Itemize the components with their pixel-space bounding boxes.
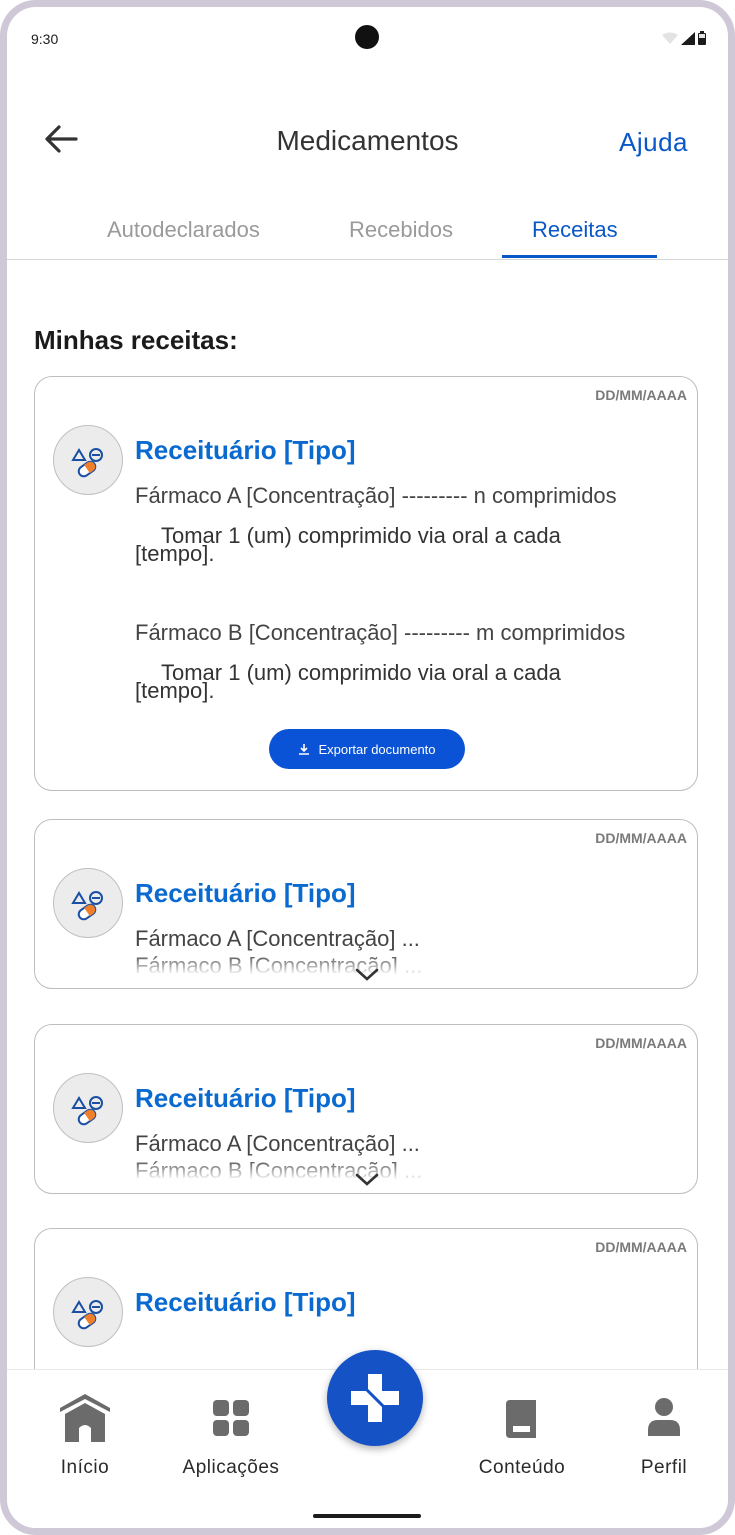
phone-screen: 9:30 Medicamentos Ajuda Autodeclarados R… bbox=[0, 0, 735, 1535]
medication-avatar bbox=[53, 1073, 123, 1143]
chevron-down-icon[interactable] bbox=[353, 965, 381, 985]
nav-label: Conteúdo bbox=[478, 1457, 566, 1478]
wifi-icon bbox=[662, 32, 678, 44]
tab-receitas[interactable]: Receitas bbox=[532, 217, 618, 243]
bottom-navigation: Início Aplicações Conteúdo Perfil bbox=[7, 1350, 728, 1528]
apps-grid-icon bbox=[213, 1400, 249, 1436]
drug-b-line: Fármaco B [Concentração] --------- m com… bbox=[135, 620, 626, 645]
drug-a-instruction: Tomar 1 (um) comprimido via oral a cada … bbox=[135, 523, 561, 566]
tab-bar: Autodeclarados Recebidos Receitas bbox=[7, 203, 728, 260]
drug-a-line: Fármaco A [Concentração] --------- n com… bbox=[135, 483, 617, 508]
section-title: Minhas receitas: bbox=[34, 325, 238, 355]
nav-label: Aplicações bbox=[182, 1457, 280, 1478]
drug-a-preview: Fármaco A [Concentração] ... bbox=[135, 1131, 420, 1156]
card-title: Receituário [Tipo] bbox=[135, 878, 356, 908]
person-icon bbox=[648, 1398, 680, 1436]
prescription-card-collapsed[interactable]: DD/MM/AAAA Receituário [Tipo] Fármaco A … bbox=[34, 1024, 698, 1194]
nav-inicio[interactable]: Início bbox=[25, 1392, 145, 1479]
help-link[interactable]: Ajuda bbox=[619, 127, 688, 158]
card-title: Receituário [Tipo] bbox=[135, 1287, 356, 1317]
card-date: DD/MM/AAAA bbox=[595, 830, 687, 846]
nav-label: Perfil bbox=[640, 1457, 688, 1478]
status-bar: 9:30 bbox=[7, 7, 728, 77]
medical-cross-icon bbox=[351, 1374, 399, 1422]
download-icon bbox=[299, 744, 310, 755]
nav-perfil[interactable]: Perfil bbox=[604, 1392, 724, 1479]
pills-icon bbox=[71, 891, 103, 921]
signal-icon bbox=[681, 31, 695, 45]
pills-icon bbox=[71, 448, 103, 478]
pills-icon bbox=[71, 1096, 103, 1126]
book-icon bbox=[506, 1400, 536, 1438]
top-app-bar: Medicamentos Ajuda bbox=[7, 99, 728, 179]
nav-aplicacoes[interactable]: Aplicações bbox=[171, 1392, 291, 1479]
card-date: DD/MM/AAAA bbox=[595, 1239, 687, 1255]
pills-icon bbox=[71, 1300, 103, 1330]
health-fab-button[interactable] bbox=[327, 1350, 423, 1446]
home-icon bbox=[60, 1394, 110, 1442]
chevron-down-icon[interactable] bbox=[353, 1170, 381, 1190]
export-document-button[interactable]: Exportar documento bbox=[269, 729, 465, 769]
medication-avatar bbox=[53, 868, 123, 938]
battery-icon bbox=[698, 31, 706, 45]
export-label: Exportar documento bbox=[318, 741, 436, 757]
card-title: Receituário [Tipo] bbox=[135, 435, 356, 465]
front-camera bbox=[355, 25, 379, 49]
card-title: Receituário [Tipo] bbox=[135, 1083, 356, 1113]
status-time: 9:30 bbox=[31, 31, 59, 47]
active-tab-indicator bbox=[502, 255, 657, 258]
tab-recebidos[interactable]: Recebidos bbox=[349, 217, 453, 243]
card-date: DD/MM/AAAA bbox=[595, 387, 687, 403]
medication-avatar bbox=[53, 1277, 123, 1347]
card-date: DD/MM/AAAA bbox=[595, 1035, 687, 1051]
nav-conteudo[interactable]: Conteúdo bbox=[462, 1392, 582, 1479]
medication-avatar bbox=[53, 425, 123, 495]
home-indicator bbox=[313, 1514, 421, 1518]
prescription-card-expanded[interactable]: DD/MM/AAAA Receituário [Tipo] Fármaco A … bbox=[34, 376, 698, 791]
nav-label: Início bbox=[60, 1457, 110, 1478]
tab-autodeclarados[interactable]: Autodeclarados bbox=[107, 217, 260, 243]
drug-b-instruction: Tomar 1 (um) comprimido via oral a cada … bbox=[135, 660, 561, 703]
status-icons bbox=[662, 31, 706, 45]
prescription-card-collapsed[interactable]: DD/MM/AAAA Receituário [Tipo] Fármaco A … bbox=[34, 819, 698, 989]
drug-a-preview: Fármaco A [Concentração] ... bbox=[135, 926, 420, 951]
